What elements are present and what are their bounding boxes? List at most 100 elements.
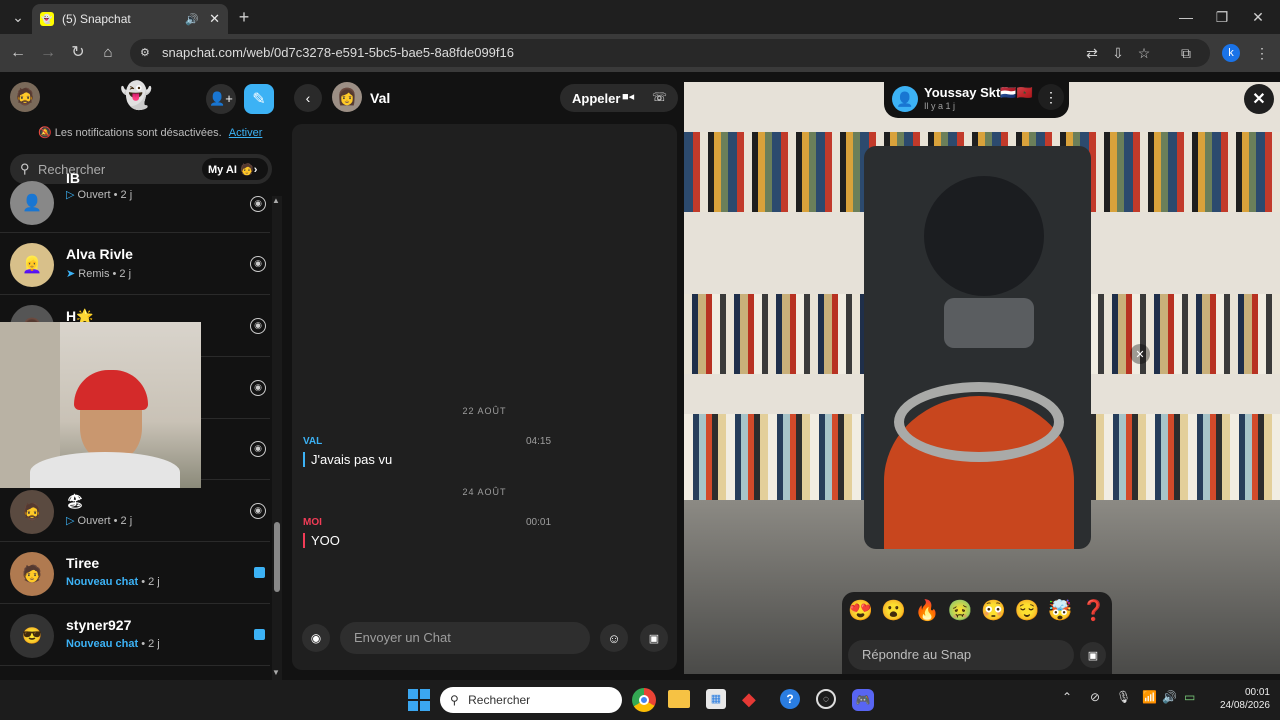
app-circle-icon[interactable]: ◌ — [816, 689, 836, 709]
enable-notif-link[interactable]: Activer — [229, 127, 263, 139]
list-item[interactable]: 👤 IB ▷ Ouvert • 2 j ◉ — [0, 170, 270, 233]
menu-icon[interactable]: ⋮ — [1248, 39, 1276, 67]
maximize-icon[interactable]: ❐ — [1208, 3, 1236, 31]
tab-close-icon[interactable]: ✕ — [209, 11, 220, 27]
reaction-mindblown-icon[interactable]: 🤯 — [1048, 598, 1073, 628]
message-sender: MOI — [303, 517, 322, 528]
camera-reply-icon[interactable]: ◉ — [250, 196, 266, 212]
reaction-sick-icon[interactable]: 🤢 — [948, 598, 973, 628]
call-button-group: Appeler ■◂ ☏ — [560, 84, 678, 112]
scroll-down-icon[interactable]: ▼ — [272, 668, 280, 677]
reaction-love-icon[interactable]: 😍 — [848, 598, 873, 628]
sender-name[interactable]: Youssay Skt🇳🇱🇲🇦 — [924, 85, 1033, 101]
handlebar-ring-shape — [894, 382, 1064, 462]
close-overlay-icon[interactable]: ✕ — [1130, 344, 1150, 364]
profile-avatar[interactable]: k — [1222, 44, 1240, 62]
camera-reply-icon[interactable]: ◉ — [250, 256, 266, 272]
gallery-icon[interactable]: ▣ — [640, 624, 668, 652]
avatar: 🧔 — [10, 490, 54, 534]
file-explorer-icon[interactable] — [668, 690, 690, 708]
close-snap-icon[interactable]: ✕ — [1244, 84, 1274, 114]
video-call-icon[interactable]: ■◂ — [622, 90, 634, 103]
taskbar-search-icon: ⚲ — [450, 693, 459, 707]
tray-chevron-icon[interactable]: ⌃ — [1062, 690, 1072, 704]
discord-icon[interactable]: 🎮 — [852, 689, 874, 711]
minimize-icon[interactable]: — — [1172, 3, 1200, 31]
tab-audio-icon[interactable]: 🔊 — [185, 13, 199, 26]
message-time: 04:15 — [526, 436, 552, 447]
url-field[interactable]: ⚙ snapchat.com/web/0d7c3278-e591-5bc5-ba… — [130, 39, 1210, 67]
list-item[interactable]: 😎 styner927 Nouveau chat • 2 j — [0, 605, 270, 666]
list-item[interactable]: 👱‍♀️ Alva Rivle ➤ Remis • 2 j ◉ — [0, 234, 270, 295]
new-tab-icon[interactable]: + — [230, 3, 258, 31]
reaction-relieved-icon[interactable]: 😌 — [1014, 598, 1039, 628]
extensions-icon[interactable]: ⧉ — [1172, 39, 1200, 67]
install-icon[interactable]: ⇩ — [1104, 39, 1132, 67]
reaction-surprised-icon[interactable]: 😮 — [881, 598, 906, 628]
tray-volume-icon[interactable]: 🔊 — [1162, 690, 1177, 704]
add-friend-icon[interactable]: 👤+ — [206, 84, 236, 114]
message-sender: VAL — [303, 436, 323, 447]
home-icon[interactable]: ⌂ — [94, 39, 122, 67]
snapchat-logo-icon[interactable]: 👻 — [120, 80, 152, 111]
sidebar-scrollbar[interactable]: ▲ ▼ — [272, 196, 282, 680]
sender-avatar-icon[interactable]: 👤 — [892, 86, 918, 112]
back-chat-icon[interactable]: ‹ — [294, 84, 322, 112]
notification-banner: 🔕 Les notifications sont désactivées. Ac… — [38, 126, 262, 139]
start-icon[interactable] — [408, 689, 430, 711]
contact-name-header[interactable]: Val — [370, 90, 390, 106]
translate-icon[interactable]: ⇄ — [1078, 39, 1106, 67]
tab-title: (5) Snapchat — [62, 12, 131, 26]
reaction-question-icon[interactable]: ❓ — [1081, 598, 1106, 628]
clock-date: 24/08/2026 — [1219, 700, 1270, 711]
phone-icon[interactable]: ☏ — [652, 90, 667, 104]
tray-mic-icon[interactable]: 🎙 — [1116, 690, 1131, 704]
tab-snapchat[interactable]: 👻 (5) Snapchat 🔊 ✕ — [32, 4, 228, 34]
reply-input[interactable]: Répondre au Snap — [848, 640, 1074, 670]
close-window-icon[interactable]: ✕ — [1244, 3, 1272, 31]
emoji-icon[interactable]: ☺ — [600, 624, 628, 652]
help-icon[interactable]: ? — [780, 689, 800, 709]
sticker-icon[interactable]: ▣ — [1080, 642, 1106, 668]
bookmark-icon[interactable]: ☆ — [1130, 39, 1158, 67]
taskbar-search-placeholder: Rechercher — [468, 693, 531, 707]
list-item[interactable]: 🧑 Tiree Nouveau chat • 2 j — [0, 543, 270, 604]
camera-icon[interactable]: ◉ — [302, 624, 330, 652]
back-icon[interactable]: ← — [4, 39, 32, 67]
list-item[interactable]: 🧔 🏖 ▷ Ouvert • 2 j ◉ — [0, 481, 270, 542]
scrollbar-thumb[interactable] — [274, 522, 280, 592]
chrome-icon[interactable] — [632, 688, 656, 712]
app-red-diamond-icon[interactable]: ◆ — [742, 689, 756, 710]
store-icon[interactable]: ▦ — [706, 689, 726, 709]
camera-reply-icon[interactable]: ◉ — [250, 441, 266, 457]
reaction-flushed-icon[interactable]: 😳 — [981, 598, 1006, 628]
camera-reply-icon[interactable]: ◉ — [250, 318, 266, 334]
user-avatar[interactable]: 🧔 — [10, 82, 40, 112]
tray-wifi-icon[interactable]: 📶 — [1142, 690, 1157, 704]
clock[interactable]: 00:01 24/08/2026 — [1206, 686, 1270, 712]
camera-reply-icon[interactable]: ◉ — [250, 503, 266, 519]
chat-input[interactable]: Envoyer un Chat — [340, 622, 590, 654]
call-label[interactable]: Appeler — [572, 91, 620, 106]
tray-battery-icon[interactable]: ▭ — [1184, 690, 1195, 704]
contact-status: Nouveau chat • 2 j — [66, 576, 160, 588]
reload-icon[interactable]: ↻ — [64, 39, 92, 67]
sender-time: Il y a 1 j — [924, 101, 956, 111]
contact-name: Tiree — [66, 555, 100, 571]
reaction-fire-icon[interactable]: 🔥 — [915, 598, 940, 628]
new-chat-icon[interactable]: ✎ — [244, 84, 274, 114]
snap-viewer: ✕ 👤 Youssay Skt🇳🇱🇲🇦 Il y a 1 j ⋮ ✕ 😍 😮 🔥… — [684, 82, 1280, 674]
snap-options-icon[interactable]: ⋮ — [1038, 84, 1064, 110]
taskbar-search[interactable]: ⚲ Rechercher — [440, 687, 622, 713]
tray-network-off-icon[interactable]: ⊘ — [1090, 690, 1100, 704]
webcam-red-cap — [74, 370, 148, 410]
tab-list-icon[interactable]: ⌄ — [4, 3, 32, 31]
forward-icon[interactable]: → — [34, 39, 62, 67]
scroll-up-icon[interactable]: ▲ — [272, 196, 280, 205]
snap-image[interactable] — [864, 146, 1091, 549]
camera-reply-icon[interactable]: ◉ — [250, 380, 266, 396]
contact-avatar[interactable]: 👩 — [332, 82, 362, 112]
webcam-preview[interactable] — [0, 322, 201, 488]
contact-name: IB — [66, 170, 80, 186]
site-info-icon[interactable]: ⚙ — [140, 39, 150, 67]
